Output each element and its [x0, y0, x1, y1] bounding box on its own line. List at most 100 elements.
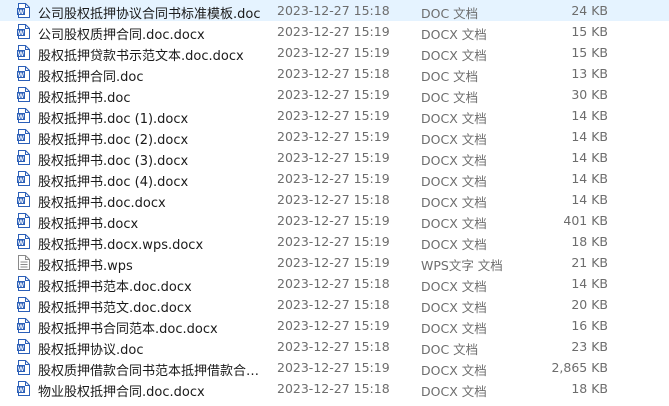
svg-text:W: W — [18, 282, 25, 289]
file-size: 14 KB — [571, 108, 608, 123]
file-name: 股权抵押书.doc.docx — [38, 196, 166, 211]
svg-text:W: W — [18, 9, 25, 16]
file-type: DOCX 文档 — [421, 48, 487, 63]
file-size: 16 KB — [571, 318, 608, 333]
file-name: 股权抵押协议.doc — [38, 343, 144, 358]
file-date: 2023-12-27 15:18 — [277, 339, 390, 354]
svg-text:W: W — [18, 177, 25, 184]
file-row[interactable]: W 股权抵押书.doc (1).docx 2023-12-27 15:19 DO… — [0, 105, 669, 127]
file-size: 23 KB — [571, 339, 608, 354]
file-name: 股权抵押书.doc (3).docx — [38, 154, 189, 169]
file-row[interactable]: W 股权抵押书.doc (4).docx 2023-12-27 15:19 DO… — [0, 168, 669, 190]
file-date: 2023-12-27 15:18 — [277, 192, 390, 207]
svg-text:W: W — [18, 135, 25, 142]
svg-text:W: W — [18, 72, 25, 79]
file-row[interactable]: W 物业股权抵押合同.doc.docx 2023-12-27 15:18 DOC… — [0, 378, 669, 400]
svg-text:W: W — [18, 324, 25, 331]
svg-text:W: W — [18, 387, 25, 394]
file-row[interactable]: W 股权抵押书.doc (2).docx 2023-12-27 15:19 DO… — [0, 126, 669, 148]
file-size: 20 KB — [571, 297, 608, 312]
file-row[interactable]: W 股权抵押书范文.doc.docx 2023-12-27 15:18 DOCX… — [0, 294, 669, 316]
file-size: 14 KB — [571, 171, 608, 186]
file-type: DOCX 文档 — [421, 300, 487, 315]
file-size: 15 KB — [571, 24, 608, 39]
file-name: 股权抵押合同.doc — [38, 70, 144, 85]
file-date: 2023-12-27 15:19 — [277, 213, 390, 228]
file-row[interactable]: W 股权抵押书范本.doc.docx 2023-12-27 15:18 DOCX… — [0, 273, 669, 295]
file-date: 2023-12-27 15:19 — [277, 129, 390, 144]
svg-text:W: W — [18, 366, 25, 373]
file-size: 18 KB — [571, 234, 608, 249]
file-type: DOC 文档 — [421, 6, 479, 21]
svg-text:W: W — [18, 114, 25, 121]
file-type: DOCX 文档 — [421, 237, 487, 252]
file-name: 股权抵押书.doc (4).docx — [38, 175, 189, 190]
file-name: 股权抵押书.docx — [38, 217, 139, 232]
file-type: DOCX 文档 — [421, 279, 487, 294]
file-size: 13 KB — [571, 66, 608, 81]
file-row[interactable]: W 公司股权质押合同.doc.docx 2023-12-27 15:19 DOC… — [0, 21, 669, 43]
file-type: DOCX 文档 — [421, 174, 487, 189]
file-row[interactable]: W 股权抵押书.doc.docx 2023-12-27 15:18 DOCX 文… — [0, 189, 669, 211]
word-doc-icon: W — [17, 150, 30, 165]
file-type: DOCX 文档 — [421, 216, 487, 231]
file-type: DOCX 文档 — [421, 363, 487, 378]
file-row[interactable]: W 股权抵押书.docx 2023-12-27 15:19 DOCX 文档 40… — [0, 210, 669, 232]
file-date: 2023-12-27 15:18 — [277, 297, 390, 312]
file-row[interactable]: W 股权抵押协议.doc 2023-12-27 15:18 DOC 文档 23 … — [0, 336, 669, 358]
svg-text:W: W — [18, 93, 25, 100]
file-size: 401 KB — [563, 213, 608, 228]
word-doc-icon: W — [17, 24, 30, 39]
file-date: 2023-12-27 15:18 — [277, 381, 390, 396]
file-date: 2023-12-27 15:18 — [277, 276, 390, 291]
file-name: 公司股权抵押协议合同书标准模板.doc — [38, 7, 261, 22]
file-name: 股权抵押书.docx.wps.docx — [38, 238, 204, 253]
word-doc-icon: W — [17, 45, 30, 60]
file-date: 2023-12-27 15:19 — [277, 24, 390, 39]
file-date: 2023-12-27 15:19 — [277, 318, 390, 333]
file-date: 2023-12-27 15:18 — [277, 3, 390, 18]
file-name: 股权抵押书.wps — [38, 259, 133, 274]
file-size: 30 KB — [571, 87, 608, 102]
file-name: 股权抵押书.doc (1).docx — [38, 112, 189, 127]
file-size: 2,865 KB — [551, 360, 608, 375]
file-type: DOCX 文档 — [421, 153, 487, 168]
word-doc-icon: W — [17, 360, 30, 375]
svg-text:W: W — [18, 240, 25, 247]
file-name: 股权抵押书范本.doc.docx — [38, 280, 192, 295]
file-row[interactable]: 股权抵押书.wps 2023-12-27 15:19 WPS文字 文档 21 K… — [0, 252, 669, 274]
file-size: 14 KB — [571, 150, 608, 165]
file-row[interactable]: W 股权抵押书合同范本.doc.docx 2023-12-27 15:19 DO… — [0, 315, 669, 337]
wps-doc-icon — [17, 255, 30, 270]
file-name: 股权抵押书.doc (2).docx — [38, 133, 189, 148]
word-doc-icon: W — [17, 339, 30, 354]
file-type: WPS文字 文档 — [421, 258, 503, 273]
file-row[interactable]: W 股权抵押合同.doc 2023-12-27 15:18 DOC 文档 13 … — [0, 63, 669, 85]
file-row[interactable]: W 股权抵押书.docx.wps.docx 2023-12-27 15:19 D… — [0, 231, 669, 253]
file-name: 股权质押借款合同书范本抵押借款合同协... — [38, 364, 270, 379]
file-row[interactable]: W 股权质押借款合同书范本抵押借款合同协... 2023-12-27 15:19… — [0, 357, 669, 379]
file-size: 14 KB — [571, 192, 608, 207]
file-size: 14 KB — [571, 276, 608, 291]
word-doc-icon: W — [17, 171, 30, 186]
word-doc-icon: W — [17, 213, 30, 228]
word-doc-icon: W — [17, 87, 30, 102]
word-doc-icon: W — [17, 381, 30, 396]
file-size: 21 KB — [571, 255, 608, 270]
svg-text:W: W — [18, 30, 25, 37]
svg-text:W: W — [18, 303, 25, 310]
file-row[interactable]: W 公司股权抵押协议合同书标准模板.doc 2023-12-27 15:18 D… — [0, 0, 669, 22]
file-name: 股权抵押贷款书示范文本.doc.docx — [38, 49, 244, 64]
file-name: 公司股权质押合同.doc.docx — [38, 28, 205, 43]
svg-text:W: W — [18, 198, 25, 205]
file-type: DOC 文档 — [421, 90, 479, 105]
word-doc-icon: W — [17, 129, 30, 144]
file-row[interactable]: W 股权抵押书.doc (3).docx 2023-12-27 15:19 DO… — [0, 147, 669, 169]
file-row[interactable]: W 股权抵押书.doc 2023-12-27 15:19 DOC 文档 30 K… — [0, 84, 669, 106]
file-date: 2023-12-27 15:19 — [277, 255, 390, 270]
file-date: 2023-12-27 15:19 — [277, 360, 390, 375]
file-row[interactable]: W 股权抵押贷款书示范文本.doc.docx 2023-12-27 15:19 … — [0, 42, 669, 64]
svg-text:W: W — [18, 51, 25, 58]
file-size: 15 KB — [571, 45, 608, 60]
svg-text:W: W — [18, 156, 25, 163]
